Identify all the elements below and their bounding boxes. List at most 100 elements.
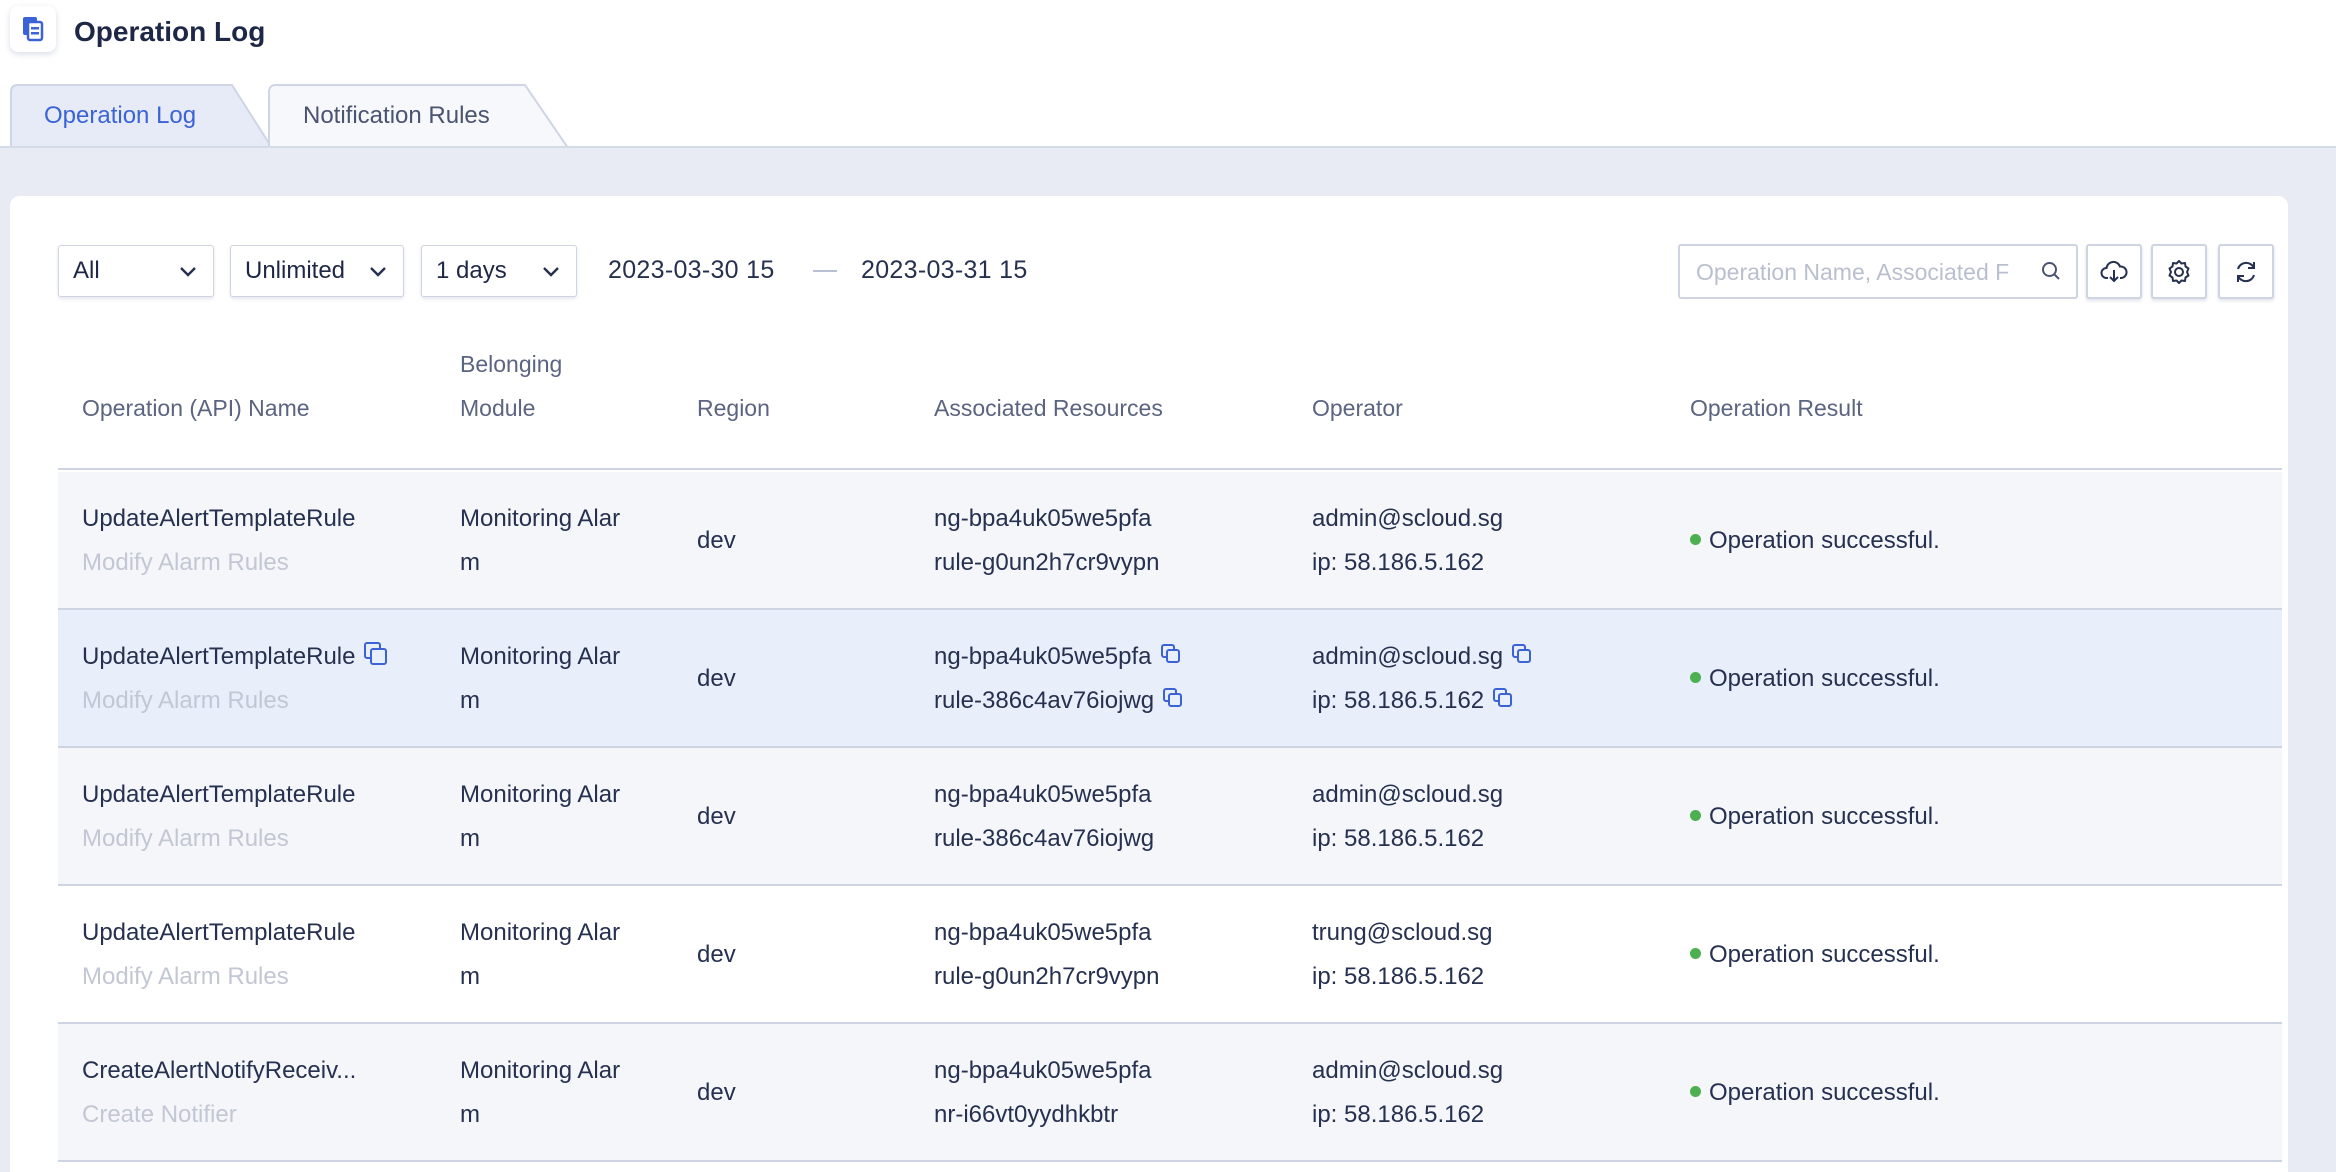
resource-2[interactable]: rule-g0un2h7cr9vypn — [934, 955, 1159, 999]
date-separator — [813, 270, 837, 272]
api-description: Modify Alarm Rules — [82, 963, 289, 990]
result-status: Operation successful. — [1690, 1071, 1940, 1115]
range-value: 1 days — [436, 257, 507, 284]
table-row[interactable]: UpdateAlertTemplateRule Modify Alarm Rul… — [58, 748, 2282, 886]
region: dev — [697, 941, 736, 968]
resource-1[interactable]: ng-bpa4uk05we5pfa — [934, 911, 1152, 955]
table-header: Operation (API) Name Belonging Module Re… — [58, 346, 2282, 470]
copy-icon[interactable] — [363, 641, 389, 667]
module-line1: Monitoring Alar — [460, 1057, 621, 1084]
resource-2[interactable]: rule-g0un2h7cr9vypn — [934, 541, 1159, 585]
result-status: Operation successful. — [1690, 795, 1940, 839]
operator-ip: ip: 58.186.5.162 — [1312, 963, 1485, 990]
scope-select[interactable]: All — [58, 245, 214, 297]
api-description: Modify Alarm Rules — [82, 687, 289, 714]
copy-icon[interactable] — [1511, 643, 1533, 665]
col-resources: Associated Resources — [934, 395, 1163, 421]
success-dot — [1690, 1086, 1701, 1098]
export-button[interactable] — [2086, 244, 2142, 299]
col-result: Operation Result — [1690, 395, 1863, 421]
page-title: Operation Log — [74, 16, 266, 47]
api-description: Modify Alarm Rules — [82, 825, 289, 852]
scope-value: All — [73, 257, 100, 284]
resource-2[interactable]: rule-386c4av76iojwg — [934, 817, 1154, 861]
resource-1[interactable]: ng-bpa4uk05we5pfa — [934, 1049, 1152, 1093]
result-status: Operation successful. — [1690, 933, 1940, 977]
search-icon[interactable] — [2040, 260, 2062, 282]
range-select[interactable]: 1 days — [421, 245, 577, 297]
result-text: Operation successful. — [1709, 803, 1940, 830]
tab-label: Notification Rules — [303, 102, 490, 129]
module-line2: m — [460, 549, 480, 576]
refresh-icon — [2237, 261, 2255, 282]
operator: admin@scloud.sg — [1312, 643, 1504, 670]
api-name: CreateAlertNotifyReceiv... — [82, 1057, 357, 1084]
end-date[interactable]: 2023-03-31 15 — [861, 256, 1028, 285]
module-line1: Monitoring Alar — [460, 781, 621, 808]
region: dev — [697, 665, 736, 692]
page-header: Operation Log Operation Log Notification… — [0, 0, 2336, 148]
start-date[interactable]: 2023-03-30 15 — [608, 256, 775, 285]
resource-2-cell: rule-386c4av76iojwg — [934, 679, 1184, 723]
module-line2: m — [460, 687, 480, 714]
region: dev — [697, 1079, 736, 1106]
module-line1: Monitoring Alar — [460, 919, 621, 946]
result-text: Operation successful. — [1709, 665, 1940, 692]
api-description: Create Notifier — [82, 1101, 237, 1128]
tabs-divider — [0, 146, 2336, 148]
api-name: UpdateAlertTemplateRule — [82, 919, 356, 946]
copy-icon[interactable] — [1492, 687, 1514, 709]
col-module-line1: Belonging — [460, 351, 563, 377]
chevron-down-icon — [370, 267, 386, 277]
result-status: Operation successful. — [1690, 519, 1940, 563]
resource-1[interactable]: ng-bpa4uk05we5pfa — [934, 773, 1152, 817]
resource-1[interactable]: ng-bpa4uk05we5pfa — [934, 643, 1152, 670]
refresh-button[interactable] — [2218, 244, 2274, 299]
operator: admin@scloud.sg — [1312, 1057, 1504, 1084]
operator-ip: ip: 58.186.5.162 — [1312, 825, 1485, 852]
api-name: UpdateAlertTemplateRule — [82, 505, 356, 532]
table-row[interactable]: UpdateAlertTemplateRule Modify Alarm Rul… — [58, 472, 2282, 610]
search-box[interactable] — [1678, 244, 2078, 299]
result-text: Operation successful. — [1709, 527, 1940, 554]
chevron-down-icon — [180, 267, 196, 277]
settings-button[interactable] — [2151, 244, 2207, 299]
result-text: Operation successful. — [1709, 1079, 1940, 1106]
success-dot — [1690, 810, 1701, 822]
success-dot — [1690, 948, 1701, 960]
tab-label: Operation Log — [44, 102, 197, 129]
operator-ip: ip: 58.186.5.162 — [1312, 687, 1485, 714]
copy-icon[interactable] — [1160, 643, 1182, 665]
operator-cell: admin@scloud.sg — [1312, 635, 1533, 679]
api-name: UpdateAlertTemplateRule — [82, 781, 356, 808]
module-line2: m — [460, 1101, 480, 1128]
success-dot — [1690, 672, 1701, 684]
resource-1-cell: ng-bpa4uk05we5pfa — [934, 635, 1182, 679]
search-input[interactable] — [1696, 256, 2026, 288]
col-region: Region — [697, 395, 770, 421]
limit-select[interactable]: Unlimited — [230, 245, 404, 297]
log-icon — [10, 6, 56, 52]
limit-value: Unlimited — [245, 257, 346, 284]
operator: admin@scloud.sg — [1312, 505, 1504, 532]
col-name: Operation (API) Name — [82, 395, 310, 421]
api-name: UpdateAlertTemplateRule — [82, 643, 356, 670]
resource-2[interactable]: nr-i66vt0yydhkbtr — [934, 1093, 1118, 1137]
col-module-line2: Module — [460, 395, 536, 421]
table-row[interactable]: UpdateAlertTemplateRule Modify Alarm Rul… — [58, 886, 2282, 1024]
log-card: All Unlimited 1 days 2023-03-30 15 2023-… — [10, 196, 2288, 1172]
tab-operation-log[interactable]: Operation Log — [10, 84, 272, 148]
result-status: Operation successful. — [1690, 657, 1940, 701]
copy-icon[interactable] — [1162, 687, 1184, 709]
table-row[interactable]: CreateAlertNotifyReceiv... Create Notifi… — [58, 1024, 2282, 1162]
resource-1[interactable]: ng-bpa4uk05we5pfa — [934, 497, 1152, 541]
api-description: Modify Alarm Rules — [82, 549, 289, 576]
result-text: Operation successful. — [1709, 941, 1940, 968]
operator-ip: ip: 58.186.5.162 — [1312, 549, 1485, 576]
table-row[interactable]: UpdateAlertTemplateRule Modify Alarm Rul… — [58, 610, 2282, 748]
api-name-cell: UpdateAlertTemplateRule — [82, 635, 389, 679]
tab-notification-rules[interactable]: Notification Rules — [268, 84, 570, 148]
operator-ip: ip: 58.186.5.162 — [1312, 1101, 1485, 1128]
resource-2[interactable]: rule-386c4av76iojwg — [934, 687, 1154, 714]
gear-icon — [2168, 259, 2190, 284]
